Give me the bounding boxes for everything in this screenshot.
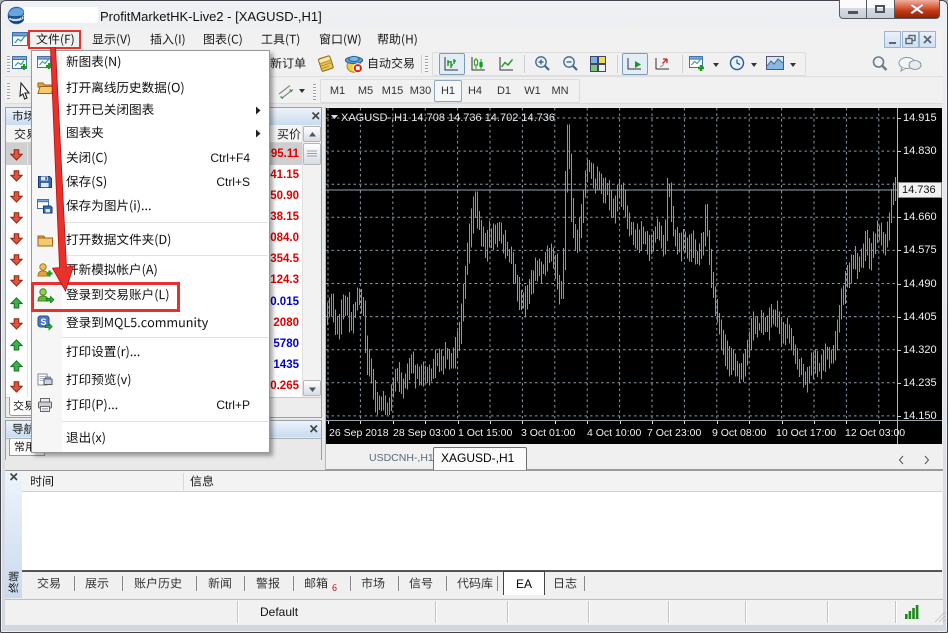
- svg-text:PROFIT: PROFIT: [8, 15, 26, 21]
